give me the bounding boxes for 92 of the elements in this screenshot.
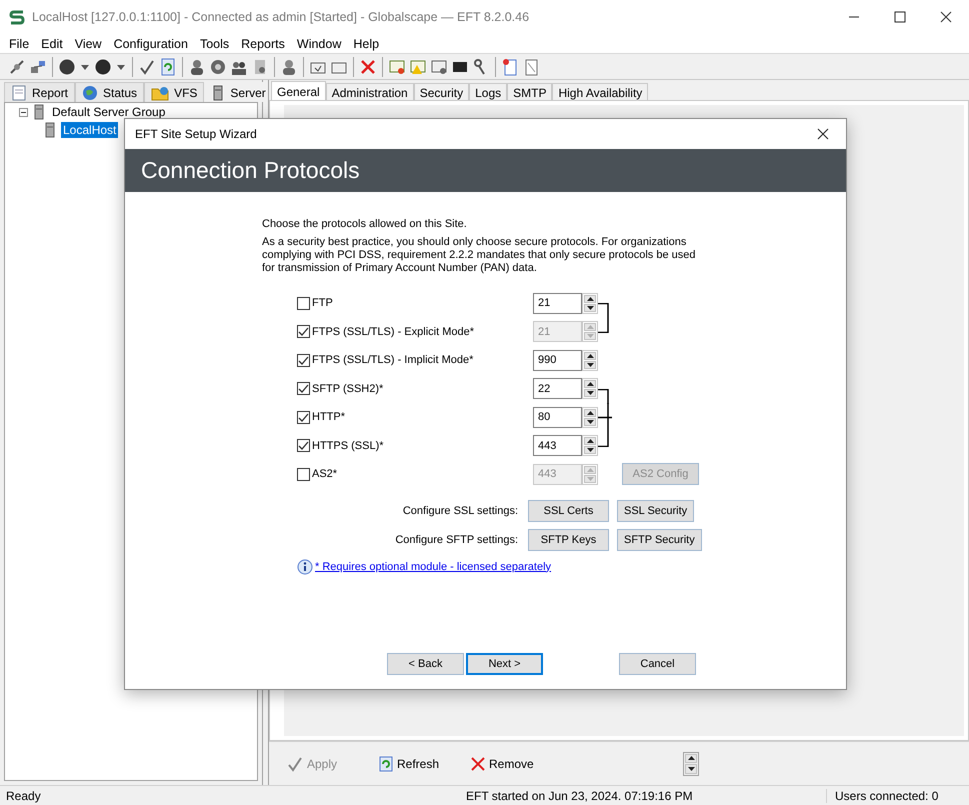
new-document-icon[interactable] [501, 58, 519, 76]
checkbox[interactable] [297, 382, 310, 396]
spin-arrows[interactable] [582, 350, 598, 371]
user-icon[interactable] [188, 58, 206, 76]
protocol-checkbox[interactable]: HTTP* [297, 410, 533, 424]
close-icon[interactable] [940, 11, 952, 23]
up-arrow-icon[interactable] [586, 439, 594, 444]
menu-item[interactable]: Edit [35, 36, 69, 50]
up-arrow-icon[interactable] [586, 382, 594, 386]
info-icon [297, 558, 313, 574]
menu-item[interactable]: Help [347, 36, 386, 50]
server-icon [43, 122, 57, 138]
settings-button[interactable]: SFTP Security [617, 529, 702, 551]
status-text: Users connected: 0 [826, 788, 938, 802]
down-arrow-icon[interactable] [586, 362, 594, 367]
tab[interactable]: Logs [469, 83, 508, 101]
protocol-checkbox[interactable]: FTP [297, 296, 533, 310]
note-text: As a security best practice, you should only choose secure protocols. For organizations complying with PCI DSS, requirement 2.2.2 mandates that only secure protocols be used for transmission of Primary Account Number (PAN) data. [262, 236, 697, 275]
checkbox[interactable] [297, 439, 310, 452]
refresh-icon[interactable] [159, 58, 177, 76]
refresh-icon [379, 756, 393, 772]
menu-item[interactable]: Tools [194, 36, 236, 50]
down-arrow-icon[interactable] [586, 391, 594, 396]
menu-item[interactable]: Configuration [108, 36, 194, 50]
port-field[interactable]: 990 [533, 350, 582, 371]
certificate-icon[interactable] [388, 58, 406, 76]
tab[interactable]: VFS [144, 82, 204, 102]
wizard-button[interactable]: Cancel [619, 652, 696, 674]
tab[interactable]: Report [4, 82, 76, 102]
spin-arrows[interactable] [582, 406, 598, 428]
logo-icon [8, 8, 26, 26]
up-arrow-icon[interactable] [586, 296, 594, 301]
settings-button[interactable]: SSL Security [617, 500, 694, 522]
checkbox[interactable] [297, 410, 310, 424]
up-arrow-icon[interactable] [586, 354, 594, 358]
check-icon[interactable] [138, 58, 156, 76]
certificate-icon[interactable] [430, 58, 448, 76]
tab[interactable]: Administration [326, 83, 414, 101]
port-field[interactable]: 22 [533, 378, 582, 400]
close-icon[interactable] [817, 128, 829, 140]
down-arrow-icon[interactable] [586, 448, 594, 452]
tab[interactable]: General [271, 81, 326, 101]
window-title: LocalHost [127.0.0.1:1100] - Connected as admin [Started] - Globalscape — EFT 8.2.0.46 [32, 10, 530, 24]
menu-item[interactable]: Window [290, 36, 348, 50]
tree-item[interactable]: Default Server Group [50, 104, 168, 120]
port-field[interactable]: 80 [533, 406, 582, 428]
tab[interactable]: Status [75, 82, 144, 102]
menu-item[interactable]: File [3, 36, 36, 50]
down-arrow-icon[interactable] [586, 420, 594, 424]
protocol-checkbox[interactable]: FTPS (SSL/TLS) - Implicit Mode* [297, 354, 533, 367]
status-text: EFT started on Jun 23, 2024. 07:19:16 PM [466, 788, 694, 802]
globe-icon [82, 84, 98, 100]
port-field[interactable]: 21 [533, 292, 582, 314]
close-icon [471, 756, 485, 770]
license-link[interactable]: * Requires optional module - licensed separately [315, 560, 552, 572]
spin-control[interactable] [683, 752, 699, 776]
up-arrow-icon[interactable] [586, 410, 594, 415]
menu-item[interactable]: View [68, 36, 108, 50]
port-field[interactable]: 443 [533, 435, 582, 456]
user-icon[interactable] [280, 58, 298, 76]
dialog-title: EFT Site Setup Wizard [135, 127, 258, 141]
intro-text: Choose the protocols allowed on this Site. [262, 218, 468, 230]
up-arrow-icon[interactable] [688, 756, 694, 760]
tab[interactable]: SMTP [507, 83, 552, 101]
settings-button[interactable]: SFTP Keys [528, 529, 609, 551]
settings-button[interactable]: SSL Certs [528, 500, 609, 522]
status-text: Ready [5, 788, 42, 802]
dialog-heading: Connection Protocols [141, 157, 360, 184]
checkbox[interactable] [297, 296, 310, 310]
down-arrow-icon[interactable] [688, 766, 694, 771]
collapse-icon[interactable] [19, 108, 28, 116]
down-arrow-icon[interactable] [586, 306, 594, 310]
tree-item[interactable]: LocalHost [61, 122, 118, 138]
tab[interactable]: High Availability [552, 83, 648, 101]
checkbox[interactable] [297, 354, 310, 367]
protocol-checkbox[interactable]: SFTP (SSH2)* [297, 382, 533, 396]
spin-arrows[interactable] [582, 435, 598, 456]
check-icon [287, 756, 303, 772]
settings-label: Configure SFTP settings: [394, 534, 519, 546]
wizard-button[interactable]: Next > [466, 652, 543, 674]
wizard-button[interactable]: < Back [387, 652, 464, 674]
tab[interactable]: Security [414, 83, 470, 101]
protocol-checkbox[interactable]: HTTPS (SSL)* [297, 439, 533, 452]
spin-arrows[interactable] [582, 378, 598, 400]
plug-icon[interactable] [8, 58, 26, 76]
maximize-icon[interactable] [894, 11, 906, 23]
menu-item[interactable]: Reports [235, 36, 291, 50]
toolbar-button[interactable]: Remove [471, 756, 563, 770]
settings-label: Configure SSL settings: [402, 505, 519, 517]
spin-arrows[interactable] [582, 292, 598, 314]
toolbar-button[interactable]: Refresh [379, 756, 471, 772]
warning-icon[interactable] [409, 58, 427, 76]
